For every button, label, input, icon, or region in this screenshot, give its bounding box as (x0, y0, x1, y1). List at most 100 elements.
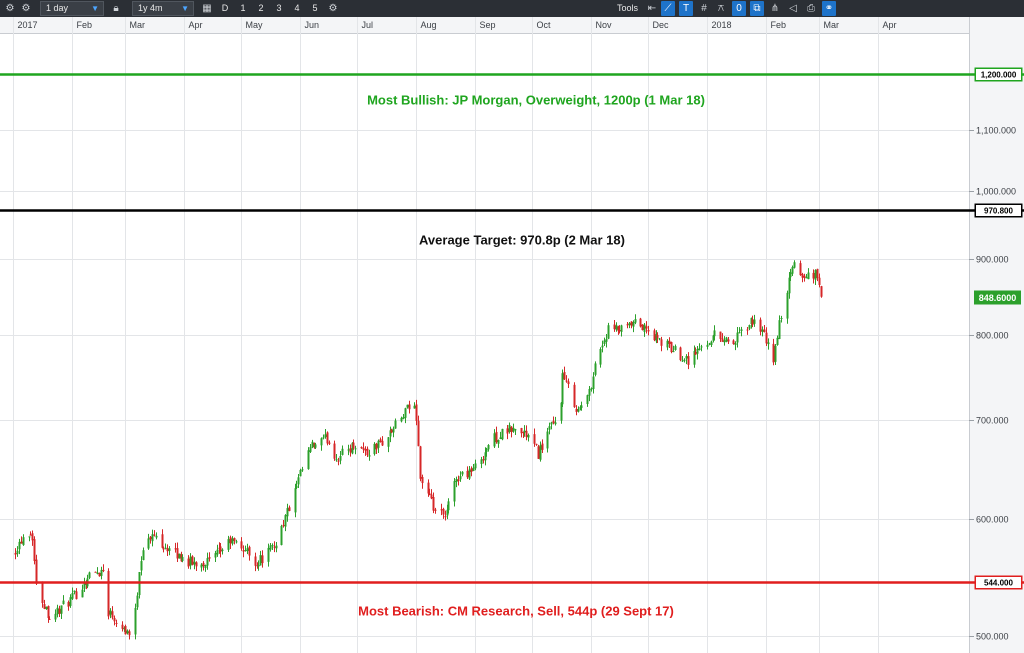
candle-body (31, 533, 34, 541)
candle-body (233, 538, 236, 541)
candlestick (191, 555, 194, 566)
price-chart[interactable]: 2017 Feb Mar Apr May Jun Jul Aug Sep Oct Nov Dec 201… (0, 0, 1024, 653)
candle-body (681, 360, 684, 362)
candle-body (335, 459, 338, 461)
candle-body (546, 431, 549, 449)
candle-body (586, 395, 589, 405)
candle-body (487, 445, 490, 450)
candle-body (408, 404, 411, 410)
candle-body (349, 448, 352, 453)
candle-body (468, 469, 471, 479)
candle-body (307, 450, 310, 470)
candle-body (286, 508, 289, 517)
candle-body (786, 292, 789, 319)
candle-body (778, 320, 781, 339)
candle-body (45, 606, 48, 610)
y-tick-label: 900.000 (976, 255, 1009, 265)
candle-body (168, 548, 171, 551)
candle-body (257, 565, 260, 567)
candle-body (400, 417, 403, 422)
candle-body (620, 325, 623, 332)
candle-body (780, 317, 783, 319)
candle-body (799, 263, 802, 276)
candle-body (774, 345, 777, 362)
candle-body (392, 428, 395, 433)
candle-body (461, 471, 464, 475)
candlestick (98, 572, 101, 577)
candle-body (381, 440, 384, 446)
x-tick-label: Nov (596, 20, 613, 30)
candle-body (772, 343, 775, 363)
candle-body (136, 595, 139, 608)
candlestick (725, 336, 728, 343)
candle-body (767, 342, 770, 345)
candle-body (605, 339, 608, 342)
candle-body (820, 286, 823, 297)
candle-body (73, 590, 76, 593)
candle-body (208, 557, 211, 559)
candle-body (670, 342, 673, 353)
candle-body (776, 337, 779, 345)
candlestick (594, 361, 597, 377)
candlestick (326, 431, 329, 446)
candle-body (149, 536, 152, 540)
candle-body (151, 534, 154, 542)
candle-body (453, 481, 456, 502)
candle-body (368, 455, 371, 457)
candlestick (501, 428, 504, 441)
candle-body (387, 437, 390, 447)
candle-body (58, 608, 61, 614)
candle-body (134, 607, 137, 635)
candle-body (740, 329, 743, 332)
candle-body (658, 338, 661, 340)
candle-body (242, 550, 245, 552)
candle-body (402, 417, 405, 419)
candle-body (328, 442, 331, 444)
candle-body (16, 550, 19, 554)
candle-body (124, 625, 127, 635)
candle-body (656, 334, 659, 338)
candle-body (43, 604, 46, 609)
candle-body (164, 547, 167, 549)
x-tick-label: Feb (77, 20, 93, 30)
y-tick-label: 500.000 (976, 632, 1009, 642)
candle-body (541, 443, 544, 450)
candle-body (193, 561, 196, 565)
candle-body (162, 548, 165, 550)
candle-body (244, 550, 247, 552)
candle-body (155, 535, 158, 538)
candle-body (660, 339, 663, 346)
candle-body (428, 493, 431, 495)
candle-body (20, 541, 23, 544)
x-tick-label: Aug (421, 20, 437, 30)
candle-body (789, 272, 792, 278)
candlestick (653, 328, 656, 342)
candle-body (696, 348, 699, 354)
candle-body (763, 329, 766, 333)
y-tick-label: 600.000 (976, 515, 1009, 525)
candle-body (535, 443, 538, 445)
candle-body (176, 548, 179, 559)
candle-body (187, 558, 190, 567)
candle-body (736, 332, 739, 343)
candle-body (62, 600, 65, 605)
x-tick-label: Apr (883, 20, 897, 30)
candle-body (229, 537, 232, 544)
reference-annotation: Most Bullish: JP Morgan, Overweight, 120… (367, 93, 705, 108)
candle-body (567, 381, 570, 385)
candle-body (592, 376, 595, 389)
candle-body (674, 346, 677, 350)
candle-body (200, 564, 203, 568)
candle-body (816, 268, 819, 278)
candle-body (630, 321, 633, 326)
candle-body (191, 556, 194, 565)
candle-body (626, 324, 629, 326)
candle-body (793, 262, 796, 268)
candle-body (75, 591, 78, 600)
candlestick (670, 341, 673, 354)
candle-body (474, 463, 477, 469)
candle-body (432, 497, 435, 511)
candle-body (480, 459, 483, 465)
candlestick (774, 343, 777, 366)
candle-body (440, 509, 443, 511)
